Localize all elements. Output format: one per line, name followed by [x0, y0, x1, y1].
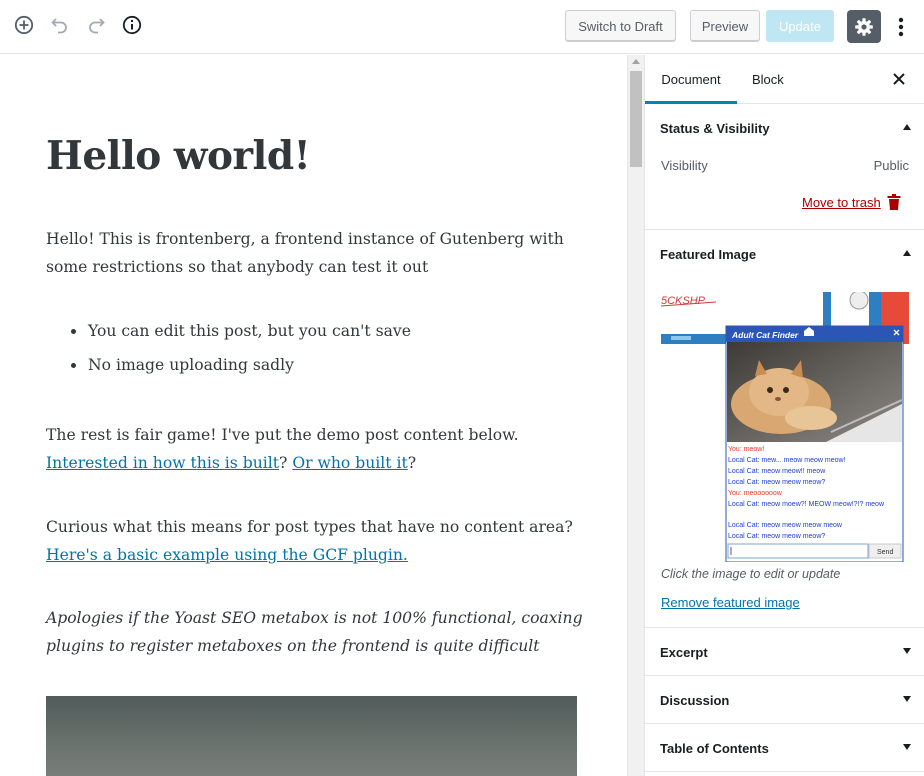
featured-image-caption: Click the image to edit or update: [661, 567, 841, 581]
paragraph-apology[interactable]: Apologies if the Yoast SEO metabox is no…: [46, 604, 591, 660]
tab-document[interactable]: Document: [645, 55, 737, 104]
chat-line: Local Cat: meow moew?! MEOW meow!?!? meo…: [728, 501, 885, 508]
preview-button[interactable]: Preview: [690, 10, 760, 42]
update-button[interactable]: Update: [766, 10, 834, 42]
panel-discussion-toggle[interactable]: Discussion: [645, 676, 924, 724]
post-title[interactable]: Hello world!: [46, 133, 311, 179]
chat-line: You: meow!: [728, 446, 764, 453]
panel-table-of-contents-toggle[interactable]: Table of Contents: [645, 724, 924, 772]
redo-icon[interactable]: [84, 13, 108, 37]
move-to-trash-row: Move to trash: [802, 194, 901, 210]
list-item[interactable]: No image uploading sadly: [68, 351, 411, 385]
panel-title: Discussion: [660, 692, 730, 708]
paragraph-intro[interactable]: Hello! This is frontenberg, a frontend i…: [46, 225, 591, 281]
caret-down-icon: [903, 696, 911, 702]
visibility-row: Visibility Public: [661, 158, 909, 173]
close-sidebar-button[interactable]: [891, 71, 907, 87]
panel-title: Table of Contents: [660, 740, 769, 756]
undo-icon[interactable]: [48, 13, 72, 37]
editor-toolbar: Switch to Draft Preview Update: [0, 0, 924, 54]
settings-sidebar: Document Block Status & Visibility Visib…: [644, 55, 924, 776]
content-scrollbar[interactable]: [627, 55, 644, 776]
chat-line: Local Cat: meow meow meow?: [728, 479, 825, 486]
panel-excerpt-toggle[interactable]: Excerpt: [645, 628, 924, 676]
post-image-block[interactable]: [46, 696, 577, 776]
caret-down-icon: [903, 744, 911, 750]
chat-line: Local Cat: meow meow meow?: [728, 533, 825, 540]
caret-up-icon: [903, 250, 911, 256]
switch-to-draft-button[interactable]: Switch to Draft: [565, 10, 676, 42]
trash-icon[interactable]: [887, 194, 901, 210]
chat-line: Local Cat: meow meow meow meow: [728, 522, 843, 529]
panel-title: Status & Visibility: [660, 120, 770, 136]
featured-image[interactable]: 5CKSHP Adult Cat Finder You: meow! Local…: [661, 292, 909, 562]
visibility-label: Visibility: [661, 158, 708, 173]
divider: [645, 771, 924, 772]
panel-featured-image-toggle[interactable]: Featured Image: [645, 230, 924, 278]
close-icon: [893, 73, 905, 85]
paragraph-text: The rest is fair game! I've put the demo…: [46, 426, 519, 444]
more-vertical-icon: [898, 17, 904, 37]
popup-title: Adult Cat Finder: [731, 330, 799, 340]
settings-button[interactable]: [847, 10, 881, 43]
editor-content: Hello world! Hello! This is frontenberg,…: [0, 55, 627, 776]
send-button-label: Send: [877, 549, 893, 556]
list-item[interactable]: You can edit this post, but you can't sa…: [68, 317, 411, 351]
question-mark: ?: [407, 454, 417, 472]
panel-status-visibility-toggle[interactable]: Status & Visibility: [645, 104, 924, 152]
paragraph-fair-game[interactable]: The rest is fair game! I've put the demo…: [46, 421, 591, 477]
caret-down-icon: [903, 648, 911, 654]
panel-title: Featured Image: [660, 246, 757, 262]
link-gcf-example[interactable]: Here's a basic example using the GCF plu…: [46, 546, 408, 564]
link-how-built[interactable]: Interested in how this is built: [46, 454, 279, 472]
bullet-list[interactable]: You can edit this post, but you can't sa…: [68, 317, 411, 385]
caret-up-icon: [903, 124, 911, 130]
chat-line: You: meoooooow: [728, 490, 783, 497]
move-to-trash-link[interactable]: Move to trash: [802, 195, 881, 210]
question-mark: ?: [279, 454, 293, 472]
chat-line: Local Cat: mew... meow meow meow!: [728, 457, 846, 464]
link-who-built[interactable]: Or who built it: [292, 454, 407, 472]
sidebar-tabs: Document Block: [645, 55, 924, 104]
visibility-value[interactable]: Public: [874, 158, 909, 173]
scroll-thumb[interactable]: [630, 71, 642, 167]
info-icon[interactable]: [120, 13, 144, 37]
remove-featured-image-link[interactable]: Remove featured image: [661, 595, 800, 610]
add-block-icon[interactable]: [12, 13, 36, 37]
panel-title: Excerpt: [660, 644, 708, 660]
gear-icon: [855, 17, 873, 36]
tab-block[interactable]: Block: [752, 55, 784, 104]
chat-line: Local Cat: meow meow!! meow: [728, 468, 826, 475]
more-options-button[interactable]: [893, 14, 909, 40]
paragraph-curious[interactable]: Curious what this means for post types t…: [46, 513, 591, 569]
paragraph-text: Curious what this means for post types t…: [46, 518, 573, 536]
scroll-up-arrow-icon[interactable]: [632, 59, 640, 64]
